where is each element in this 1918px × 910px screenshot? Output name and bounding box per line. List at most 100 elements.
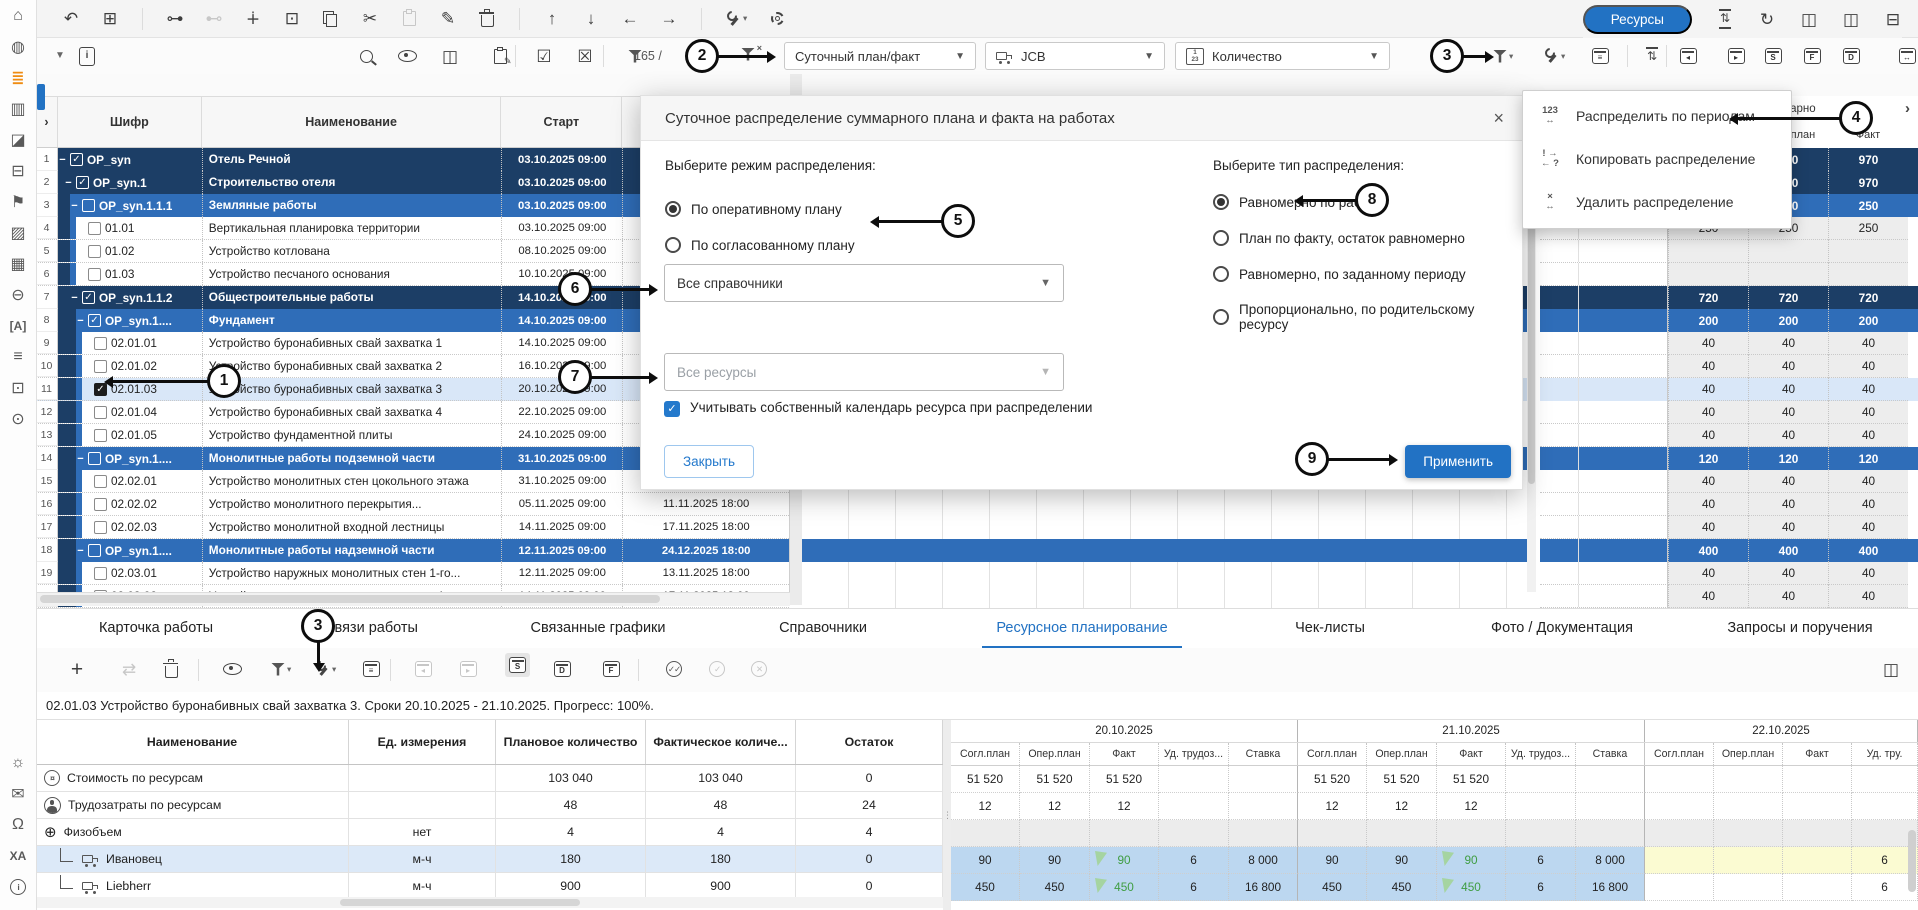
period-column-header[interactable]: Уд. тру. bbox=[1852, 743, 1918, 765]
format-brush-button[interactable]: ✎ bbox=[439, 9, 457, 29]
sort-vertical-icon[interactable]: ⇅ bbox=[1719, 9, 1731, 28]
sidebar-item-home[interactable]: ⌂ bbox=[0, 0, 36, 31]
check-selected-button[interactable]: ☑ bbox=[535, 46, 553, 66]
filter-icon[interactable] bbox=[271, 663, 285, 676]
calendar-next-icon[interactable]: ▸ bbox=[460, 661, 477, 677]
add-row-button[interactable]: ∔ bbox=[244, 9, 262, 29]
summary-row[interactable]: 120120120 bbox=[1540, 447, 1918, 470]
indicator-dropdown[interactable]: 123 Количество ▼ bbox=[1175, 42, 1390, 70]
panel-view-button[interactable]: ◫ bbox=[441, 46, 459, 66]
summary-row[interactable]: 404040 bbox=[1540, 332, 1918, 355]
period-column-header[interactable]: Согл.план bbox=[951, 743, 1020, 765]
delete-icon[interactable] bbox=[165, 661, 178, 678]
filter-icon[interactable] bbox=[628, 50, 642, 63]
summary-row[interactable]: 404040 bbox=[1540, 562, 1918, 585]
tools-button[interactable]: ▾ bbox=[725, 9, 747, 29]
period-row[interactable]: 51 52051 52051 52051 52051 52051 520 bbox=[951, 766, 1918, 793]
copy-icon[interactable] bbox=[326, 14, 337, 24]
swap-button[interactable]: ⇄ bbox=[120, 659, 138, 679]
panel-left-button[interactable]: ◫ bbox=[1800, 9, 1818, 29]
row-checkbox[interactable] bbox=[94, 406, 107, 419]
scrollbar-thumb[interactable] bbox=[40, 595, 660, 603]
row-checkbox[interactable] bbox=[88, 268, 101, 281]
collapse-icon[interactable]: − bbox=[76, 315, 85, 327]
calculator-icon[interactable]: ⊞ bbox=[103, 10, 117, 27]
row-checkbox[interactable] bbox=[94, 567, 107, 580]
row-checkbox[interactable]: ✓ bbox=[70, 153, 83, 166]
type-radio[interactable]: Пропорционально, по родительскому ресурс… bbox=[1213, 302, 1522, 332]
person-icon[interactable] bbox=[44, 797, 61, 814]
summary-column-header[interactable]: Факт bbox=[1828, 129, 1908, 141]
duplicate-row-icon[interactable]: ⊡ bbox=[285, 10, 299, 27]
period-column-header[interactable]: Опер.план bbox=[1367, 743, 1437, 765]
summary-row[interactable] bbox=[1540, 240, 1918, 263]
truck-icon[interactable] bbox=[82, 853, 99, 865]
sidebar-item-chart[interactable]: ◪ bbox=[0, 124, 36, 155]
resource-row[interactable]: Ивановецм-ч1801800 bbox=[36, 846, 943, 873]
filter-clear-icon[interactable]: × bbox=[739, 44, 757, 64]
sidebar-item-info[interactable]: i bbox=[0, 871, 36, 902]
panel-toggle-button[interactable]: ◫ bbox=[1882, 659, 1900, 679]
period-column-header[interactable]: Ставка bbox=[1576, 743, 1645, 765]
bottom-splitter[interactable]: ⋮ bbox=[943, 720, 951, 910]
scrollbar-thumb[interactable] bbox=[340, 899, 580, 906]
collapse-icon[interactable]: − bbox=[70, 200, 79, 212]
undo-icon[interactable]: ↶ bbox=[64, 10, 78, 27]
period-column-header[interactable]: Согл.план bbox=[1645, 743, 1714, 765]
money-icon[interactable]: ¤ bbox=[44, 770, 60, 786]
confirm-button[interactable]: ✓ bbox=[708, 659, 726, 679]
row-checkbox[interactable] bbox=[94, 475, 107, 488]
insert-subtask-ghost-button[interactable]: ⊷ bbox=[205, 9, 223, 29]
summary-row[interactable]: 404040 bbox=[1540, 470, 1918, 493]
table-row[interactable]: 1602.02.02Устройство монолитного перекры… bbox=[36, 493, 789, 516]
wheel-icon[interactable]: ⊕ bbox=[44, 823, 57, 841]
panel-toggle-icon[interactable]: ◫ bbox=[1883, 661, 1899, 678]
duplicate-row-button[interactable]: ⊡ bbox=[283, 9, 301, 29]
period-row[interactable]: 121212121212 bbox=[951, 793, 1918, 820]
move-left-icon[interactable]: ← bbox=[622, 10, 639, 27]
visibility-button[interactable] bbox=[398, 46, 417, 66]
table-row[interactable]: 1702.02.03Устройство монолитной входной … bbox=[36, 516, 789, 539]
undo-button[interactable]: ↶ bbox=[62, 9, 80, 29]
reject-icon[interactable]: ✕ bbox=[751, 661, 767, 677]
row-checkbox[interactable]: ✓ bbox=[76, 176, 89, 189]
name-column-header[interactable]: Наименование bbox=[202, 97, 502, 147]
row-checkbox[interactable] bbox=[94, 429, 107, 442]
search-icon[interactable] bbox=[360, 50, 373, 63]
code-column-header[interactable]: Шифр bbox=[58, 97, 202, 147]
resource-column-header[interactable]: Остаток bbox=[796, 720, 943, 764]
period-table-vscrollbar[interactable] bbox=[1908, 830, 1916, 892]
tools-button[interactable]: ▾ bbox=[1543, 46, 1565, 66]
tools-icon[interactable] bbox=[1543, 48, 1559, 64]
confirm-all-button[interactable]: ✓✓ bbox=[665, 659, 683, 679]
type-radio[interactable]: План по факту, остаток равномерно bbox=[1213, 230, 1465, 246]
mode-radio[interactable]: По согласованному плану bbox=[665, 237, 855, 253]
sidebar-item-calendar[interactable]: ⊡ bbox=[0, 372, 36, 403]
collapse-icon[interactable]: − bbox=[64, 177, 73, 189]
period-column-header[interactable]: Факт bbox=[1090, 743, 1159, 765]
period-row[interactable]: 90909068 00090909068 0006 bbox=[951, 847, 1918, 874]
calendar-range-button[interactable]: ↔ bbox=[1898, 46, 1916, 66]
summary-row[interactable]: 404040 bbox=[1540, 378, 1918, 401]
sidebar-item-theme[interactable]: ☼ bbox=[0, 747, 36, 778]
sidebar-item-modules[interactable]: ▦ bbox=[0, 248, 36, 279]
calendar-bank-button[interactable]: ≡ bbox=[1591, 46, 1609, 66]
row-checkbox[interactable] bbox=[94, 337, 107, 350]
calendar-f-icon[interactable]: F bbox=[603, 661, 620, 677]
tab-7[interactable]: Фото / Документация bbox=[1491, 620, 1633, 636]
calendar-f-button[interactable]: F bbox=[1803, 46, 1821, 66]
panel-right-icon[interactable]: ◫ bbox=[1843, 11, 1859, 28]
refresh-icon[interactable]: ↻ bbox=[1760, 11, 1774, 28]
move-up-icon[interactable]: ↑ bbox=[548, 10, 557, 27]
paste-icon[interactable] bbox=[403, 11, 416, 26]
summary-row[interactable]: 720720720 bbox=[1540, 286, 1918, 309]
collapse-icon[interactable]: − bbox=[76, 545, 85, 557]
menu-item-delete-distribution[interactable]: ×↔Удалить распределение bbox=[1523, 181, 1791, 224]
calendar-d-button[interactable]: D bbox=[1842, 46, 1860, 66]
calendar-s-button[interactable]: S bbox=[505, 655, 530, 675]
calendar-f-icon[interactable]: F bbox=[1804, 48, 1821, 64]
row-checkbox[interactable] bbox=[94, 521, 107, 534]
calendar-bank-icon[interactable]: ≡ bbox=[363, 661, 380, 677]
collapse-icon[interactable]: − bbox=[76, 453, 85, 465]
panel-bottom-icon[interactable]: ⊟ bbox=[1886, 11, 1900, 28]
